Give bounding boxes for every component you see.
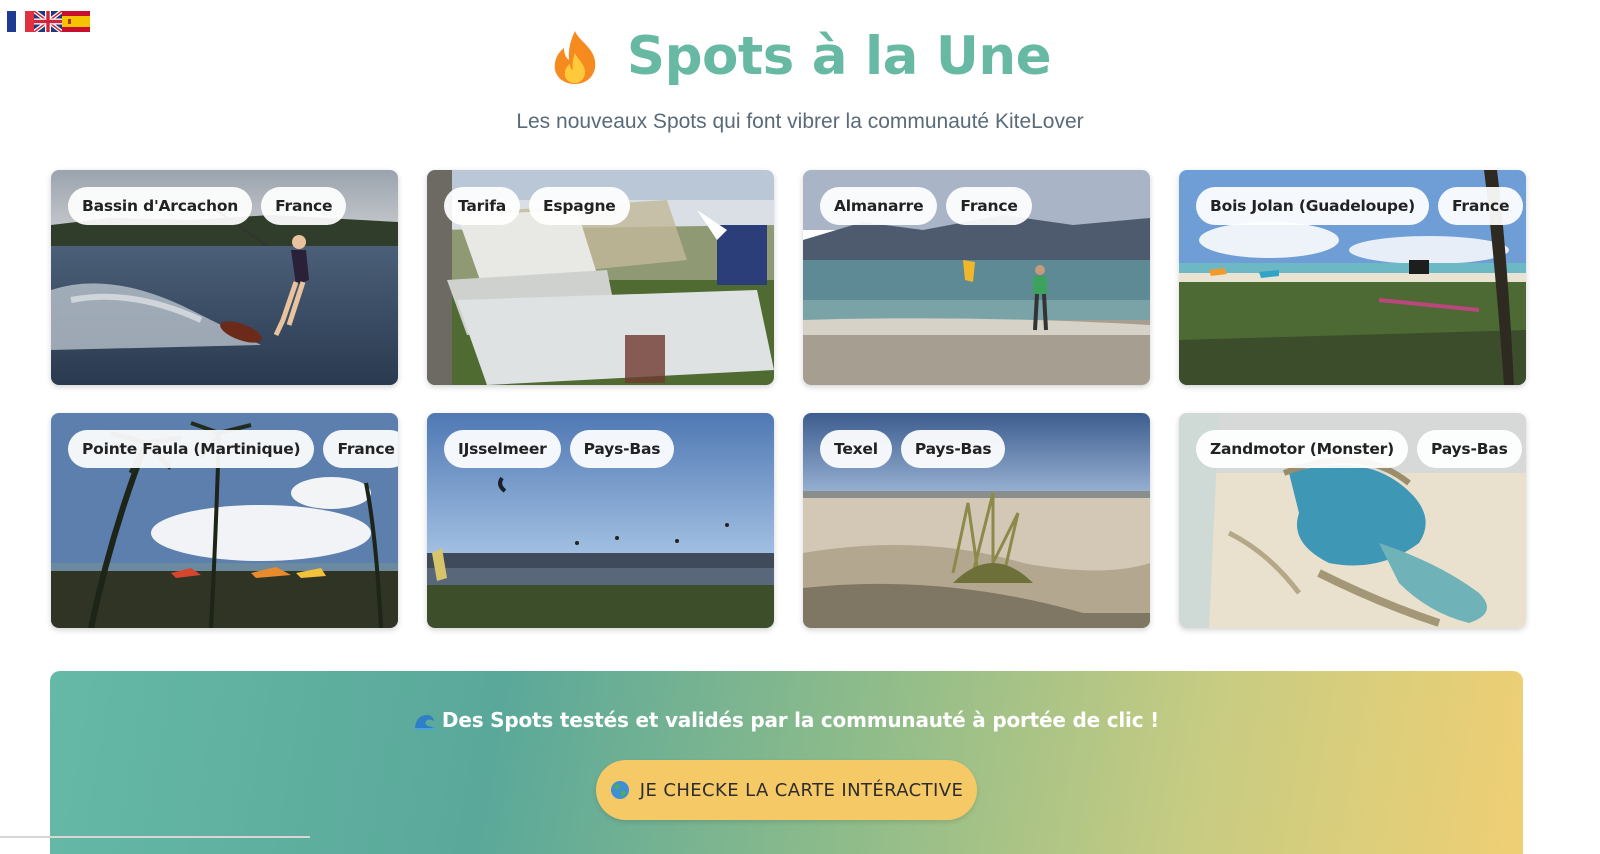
spot-country-tag: Pays-Bas <box>1417 430 1522 468</box>
spot-name-tag: Tarifa <box>444 187 520 225</box>
spot-name-tag: Pointe Faula (Martinique) <box>68 430 315 468</box>
cta-text: Des Spots testés et validés par la commu… <box>441 708 1160 732</box>
spot-tags: Tarifa Espagne <box>444 187 630 225</box>
cta-banner: Des Spots testés et validés par la commu… <box>50 671 1523 854</box>
spot-card[interactable]: Tarifa Espagne <box>427 170 774 385</box>
divider <box>0 836 310 838</box>
spot-tags: IJsselmeer Pays-Bas <box>444 430 675 468</box>
spot-name-tag: IJsselmeer <box>444 430 561 468</box>
spot-card[interactable]: Almanarre France <box>803 170 1150 385</box>
spot-country-tag: France <box>323 430 398 468</box>
globe-icon <box>610 781 629 799</box>
page-subtitle: Les nouveaux Spots qui font vibrer la co… <box>516 110 1084 133</box>
spot-card[interactable]: Pointe Faula (Martinique) France <box>51 413 398 628</box>
page-title: Spots à la Une <box>626 26 1052 87</box>
interactive-map-button[interactable]: JE CHECKE LA CARTE INTÉRACTIVE <box>596 760 977 820</box>
spot-country-tag: Pays-Bas <box>569 430 675 468</box>
spot-name-tag: Zandmotor (Monster) <box>1196 430 1408 468</box>
spot-card[interactable]: Bois Jolan (Guadeloupe) France <box>1179 170 1526 385</box>
spot-country-tag: France <box>946 187 1032 225</box>
fire-icon <box>554 30 596 84</box>
spot-tags: Bois Jolan (Guadeloupe) France <box>1196 187 1524 225</box>
spots-grid: Bassin d'Arcachon France Tarifa Espagne … <box>51 170 1526 628</box>
spot-name-tag: Bassin d'Arcachon <box>68 187 253 225</box>
spot-name-tag: Texel <box>820 430 892 468</box>
spot-name-tag: Bois Jolan (Guadeloupe) <box>1196 187 1430 225</box>
spot-country-tag: Pays-Bas <box>900 430 1006 468</box>
spot-country-tag: France <box>1438 187 1524 225</box>
wave-icon <box>414 715 435 730</box>
spot-name-tag: Almanarre <box>820 187 938 225</box>
spot-tags: Zandmotor (Monster) Pays-Bas <box>1196 430 1522 468</box>
spot-tags: Pointe Faula (Martinique) France <box>68 430 398 468</box>
spot-card[interactable]: Zandmotor (Monster) Pays-Bas <box>1179 413 1526 628</box>
spot-card[interactable]: IJsselmeer Pays-Bas <box>427 413 774 628</box>
spot-card[interactable]: Texel Pays-Bas <box>803 413 1150 628</box>
page: Spots à la Une Les nouveaux Spots qui fo… <box>0 0 1600 854</box>
page-header: Spots à la Une <box>0 26 1600 87</box>
spot-tags: Bassin d'Arcachon France <box>68 187 347 225</box>
interactive-map-button-label: JE CHECKE LA CARTE INTÉRACTIVE <box>639 779 964 801</box>
spot-tags: Almanarre France <box>820 187 1032 225</box>
spot-country-tag: France <box>261 187 347 225</box>
cta-message: Des Spots testés et validés par la commu… <box>50 708 1523 732</box>
spot-card[interactable]: Bassin d'Arcachon France <box>51 170 398 385</box>
spot-tags: Texel Pays-Bas <box>820 430 1006 468</box>
spot-country-tag: Espagne <box>529 187 630 225</box>
